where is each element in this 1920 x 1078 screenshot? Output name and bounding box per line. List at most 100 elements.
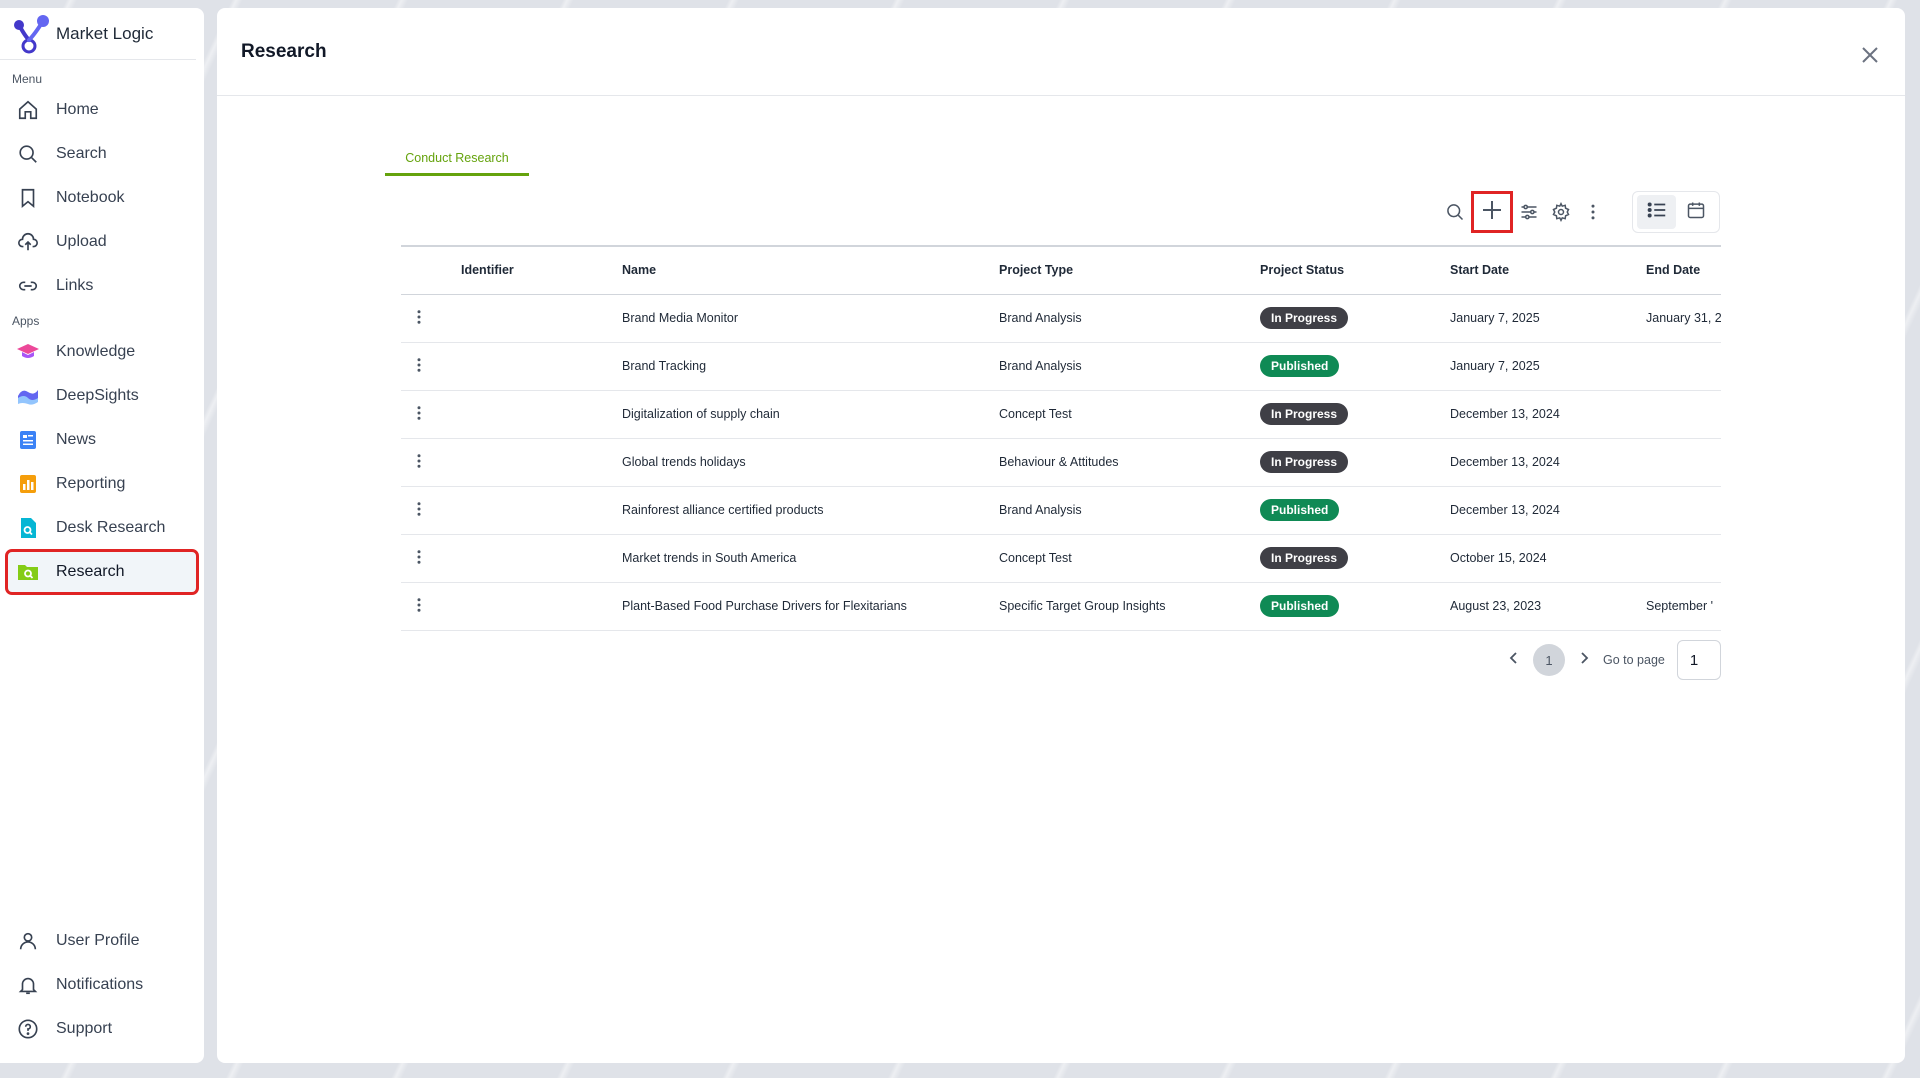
sidebar-item-label: Notebook [56,189,125,206]
next-page-button[interactable] [1569,645,1599,675]
name-cell[interactable]: Global trends holidays [622,438,999,487]
project-status-cell: In Progress [1260,438,1450,487]
sidebar-item-search[interactable]: Search [8,134,196,174]
sidebar-item-label: Search [56,145,107,162]
bell-icon [16,973,40,997]
document-search-icon [16,516,40,540]
search-icon[interactable] [1439,196,1471,228]
view-toggle [1632,191,1720,233]
end-date-cell [1646,534,1721,583]
table-row[interactable]: Rainforest alliance certified products B… [401,486,1721,535]
sidebar-item-home[interactable]: Home [8,90,196,130]
sidebar-item-desk-research[interactable]: Desk Research [8,508,196,548]
add-research-button[interactable] [1471,191,1513,233]
more-vertical-icon [410,356,428,377]
sidebar-item-label: Support [56,1020,113,1037]
graduation-cap-icon [16,340,40,364]
sidebar-item-user-profile[interactable]: User Profile [8,921,196,961]
row-menu-button[interactable] [407,402,431,426]
calendar-view-button[interactable] [1676,195,1715,229]
table-row[interactable]: Digitalization of supply chain Concept T… [401,390,1721,439]
search-icon [16,142,40,166]
identifier-cell [461,294,622,343]
user-icon [16,929,40,953]
row-menu-button[interactable] [407,306,431,330]
more-vertical-icon [410,308,428,329]
tab-conduct-research[interactable]: Conduct Research [385,144,529,176]
project-status-cell: In Progress [1260,390,1450,439]
project-type-cell: Brand Analysis [999,342,1260,391]
column-header-actions [401,245,461,295]
name-cell[interactable]: Digitalization of supply chain [622,390,999,439]
table-row[interactable]: Plant-Based Food Purchase Drivers for Fl… [401,582,1721,631]
row-actions-cell [401,486,461,535]
end-date-cell [1646,486,1721,535]
start-date-cell: January 7, 2025 [1450,342,1646,391]
sidebar-item-knowledge[interactable]: Knowledge [8,332,196,372]
sidebar-item-label: User Profile [56,932,140,949]
table-row[interactable]: Brand Tracking Brand Analysis Published … [401,342,1721,391]
sidebar-item-support[interactable]: Support [8,1009,196,1049]
sidebar-item-research[interactable]: Research [5,549,199,595]
row-menu-button[interactable] [407,594,431,618]
row-menu-button[interactable] [407,354,431,378]
home-icon [16,98,40,122]
column-header-end-date[interactable]: End Date [1646,245,1721,295]
identifier-cell [461,342,622,391]
row-menu-button[interactable] [407,546,431,570]
start-date-cell: December 13, 2024 [1450,486,1646,535]
name-cell[interactable]: Brand Tracking [622,342,999,391]
name-cell[interactable]: Market trends in South America [622,534,999,583]
column-header-project-status[interactable]: Project Status [1260,245,1450,295]
project-type-cell: Behaviour & Attitudes [999,438,1260,487]
sidebar-item-label: Research [56,563,125,580]
name-cell[interactable]: Plant-Based Food Purchase Drivers for Fl… [622,582,999,631]
sidebar-item-deepsights[interactable]: DeepSights [8,376,196,416]
more-vertical-icon[interactable] [1577,196,1609,228]
row-menu-button[interactable] [407,450,431,474]
start-date-cell: December 13, 2024 [1450,438,1646,487]
identifier-cell [461,438,622,487]
table-row[interactable]: Brand Media Monitor Brand Analysis In Pr… [401,294,1721,343]
sliders-icon[interactable] [1513,196,1545,228]
sidebar-item-label: DeepSights [56,387,139,404]
project-type-cell: Concept Test [999,390,1260,439]
column-header-start-date[interactable]: Start Date [1450,245,1646,295]
column-header-project-type[interactable]: Project Type [999,245,1260,295]
page-title: Research [241,40,327,62]
sidebar-item-label: Links [56,277,94,294]
table-row[interactable]: Market trends in South America Concept T… [401,534,1721,583]
sidebar-item-label: Home [56,101,99,118]
column-header-identifier[interactable]: Identifier [461,245,622,295]
table-row[interactable]: Global trends holidays Behaviour & Attit… [401,438,1721,487]
sidebar-item-label: Notifications [56,976,144,993]
link-icon [16,274,40,298]
previous-page-button[interactable] [1499,645,1529,675]
page-number-button[interactable]: 1 [1533,644,1565,676]
project-type-cell: Concept Test [999,534,1260,583]
more-vertical-icon [410,404,428,425]
table-toolbar [1439,190,1609,234]
sidebar-item-news[interactable]: News [8,420,196,460]
list-view-button[interactable] [1637,195,1676,229]
sidebar-item-notebook[interactable]: Notebook [8,178,196,218]
sidebar-item-reporting[interactable]: Reporting [8,464,196,504]
project-type-cell: Brand Analysis [999,486,1260,535]
close-icon[interactable] [1859,44,1881,66]
identifier-cell [461,390,622,439]
start-date-cell: August 23, 2023 [1450,582,1646,631]
sidebar-item-links[interactable]: Links [8,266,196,306]
sidebar-item-notifications[interactable]: Notifications [8,965,196,1005]
more-vertical-icon [410,548,428,569]
name-cell[interactable]: Rainforest alliance certified products [622,486,999,535]
brand[interactable]: Market Logic [0,8,196,60]
column-header-name[interactable]: Name [622,245,999,295]
calendar-icon [1686,200,1706,225]
main-panel: Research Conduct Research Identifier Nam… [217,8,1905,1063]
row-actions-cell [401,294,461,343]
sidebar-item-upload[interactable]: Upload [8,222,196,262]
row-menu-button[interactable] [407,498,431,522]
name-cell[interactable]: Brand Media Monitor [622,294,999,343]
go-to-page-input[interactable] [1676,640,1721,680]
gear-icon[interactable] [1545,196,1577,228]
